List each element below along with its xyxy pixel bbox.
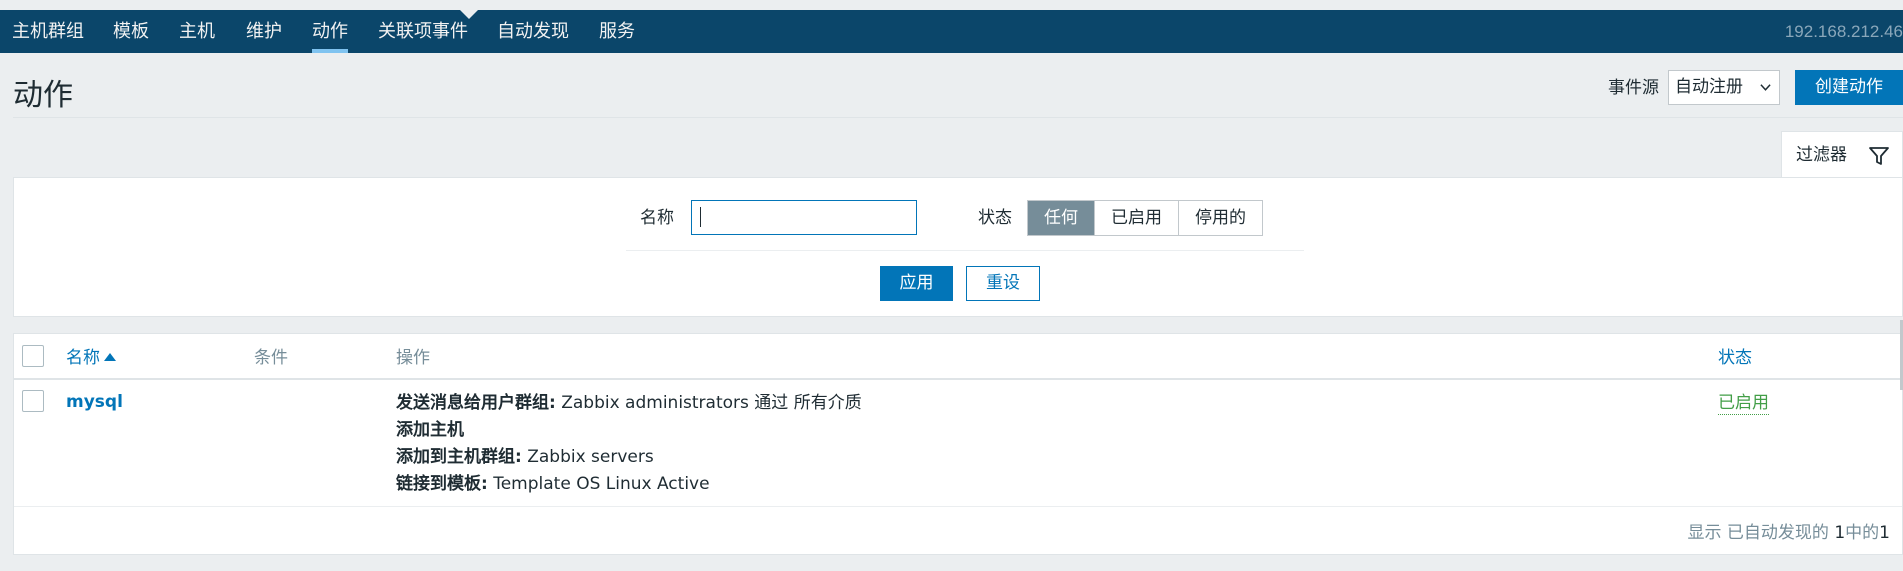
header-divider: [13, 117, 1903, 118]
nav-item-maintenance[interactable]: 维护: [246, 10, 282, 53]
nav-item-actions[interactable]: 动作: [312, 10, 348, 53]
row-checkbox[interactable]: [22, 390, 44, 412]
page-title: 动作: [13, 78, 73, 113]
column-header-status[interactable]: 状态: [1718, 346, 1752, 370]
table-summary: 显示 已自动发现的 1中的1: [1687, 523, 1890, 543]
top-navigation: 主机群组 模板 主机 维护 动作 关联项事件 自动发现 服务 192.168.2…: [0, 9, 1903, 53]
sort-ascending-icon: [104, 353, 116, 361]
operation-line: 发送消息给用户群组: Zabbix administrators 通过 所有介质: [396, 393, 862, 413]
nav-item-discovery[interactable]: 自动发现: [497, 10, 569, 53]
status-option-enabled[interactable]: 已启用: [1094, 201, 1178, 235]
filter-name-input[interactable]: [691, 200, 917, 235]
nav-item-hosts[interactable]: 主机: [179, 10, 215, 53]
top-strip: [0, 0, 1903, 10]
column-header-conditions: 条件: [254, 348, 288, 368]
nav-item-host-groups[interactable]: 主机群组: [12, 10, 84, 53]
event-source-value: 自动注册: [1675, 77, 1743, 97]
column-header-operations: 操作: [396, 348, 430, 368]
event-source-label: 事件源: [1608, 78, 1659, 98]
filter-tab-label: 过滤器: [1796, 145, 1847, 165]
action-operations: 发送消息给用户群组: Zabbix administrators 通过 所有介质…: [396, 390, 862, 498]
apply-button[interactable]: 应用: [880, 266, 953, 301]
status-option-disabled[interactable]: 停用的: [1178, 201, 1262, 235]
filter-panel: 名称 状态 任何 已启用 停用的 应用 重设: [13, 177, 1903, 317]
action-name-link[interactable]: mysql: [66, 392, 123, 412]
event-source-select[interactable]: 自动注册: [1668, 70, 1780, 105]
operation-line: 添加到主机群组: Zabbix servers: [396, 447, 654, 467]
reset-button[interactable]: 重设: [966, 266, 1040, 301]
operation-line: 链接到模板: Template OS Linux Active: [396, 474, 710, 494]
nav-item-event-correlation[interactable]: 关联项事件: [378, 10, 468, 53]
filter-status-group: 任何 已启用 停用的: [1027, 200, 1263, 236]
chevron-down-icon: [1760, 84, 1771, 91]
actions-table: 名称 条件 操作 状态 mysql 发送消息给用户群组: Zabbix admi…: [13, 333, 1903, 555]
column-header-name[interactable]: 名称: [66, 346, 116, 370]
text-cursor: [700, 207, 701, 227]
server-ip: 192.168.212.46: [1784, 22, 1903, 41]
filter-divider: [626, 250, 1304, 251]
filter-tab[interactable]: 过滤器: [1781, 131, 1903, 178]
table-footer-divider: [14, 506, 1902, 507]
table-header-divider: [14, 378, 1902, 380]
filter-status-label: 状态: [978, 208, 1012, 228]
filter-icon: [1869, 147, 1889, 165]
action-status-toggle[interactable]: 已启用: [1718, 392, 1769, 415]
nav-item-services[interactable]: 服务: [599, 10, 635, 53]
select-all-checkbox[interactable]: [22, 345, 44, 367]
nav-item-templates[interactable]: 模板: [113, 10, 149, 53]
filter-name-label: 名称: [640, 208, 674, 228]
operation-line: 添加主机: [396, 420, 464, 440]
status-option-any[interactable]: 任何: [1028, 201, 1094, 235]
create-action-button[interactable]: 创建动作: [1795, 70, 1903, 105]
